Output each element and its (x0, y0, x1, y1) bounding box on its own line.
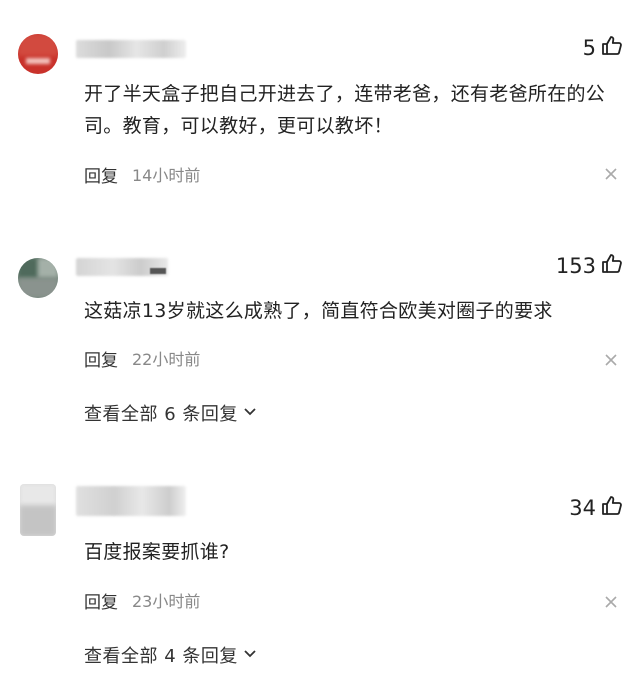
chevron-down-icon (238, 645, 258, 666)
like-count: 34 (569, 496, 596, 520)
view-all-replies[interactable]: 查看全部 4 条回复 (84, 642, 258, 668)
timestamp: 23小时前 (132, 592, 201, 611)
close-icon[interactable] (604, 594, 620, 610)
avatar[interactable] (20, 484, 56, 536)
username-blurred[interactable] (76, 486, 186, 516)
view-all-label: 查看全部 4 条回复 (84, 646, 238, 667)
comment-text: 百度报案要抓谁? (84, 541, 230, 563)
thumbs-up-icon (600, 494, 624, 523)
comment-meta: 回复 23小时前 (84, 588, 201, 613)
reply-button[interactable]: 回复 (84, 588, 118, 613)
comment-item: 34 百度报案要抓谁? 回复 23小时前 查看全部 4 条回复 (0, 0, 640, 680)
like-button[interactable]: 34 (569, 494, 624, 522)
